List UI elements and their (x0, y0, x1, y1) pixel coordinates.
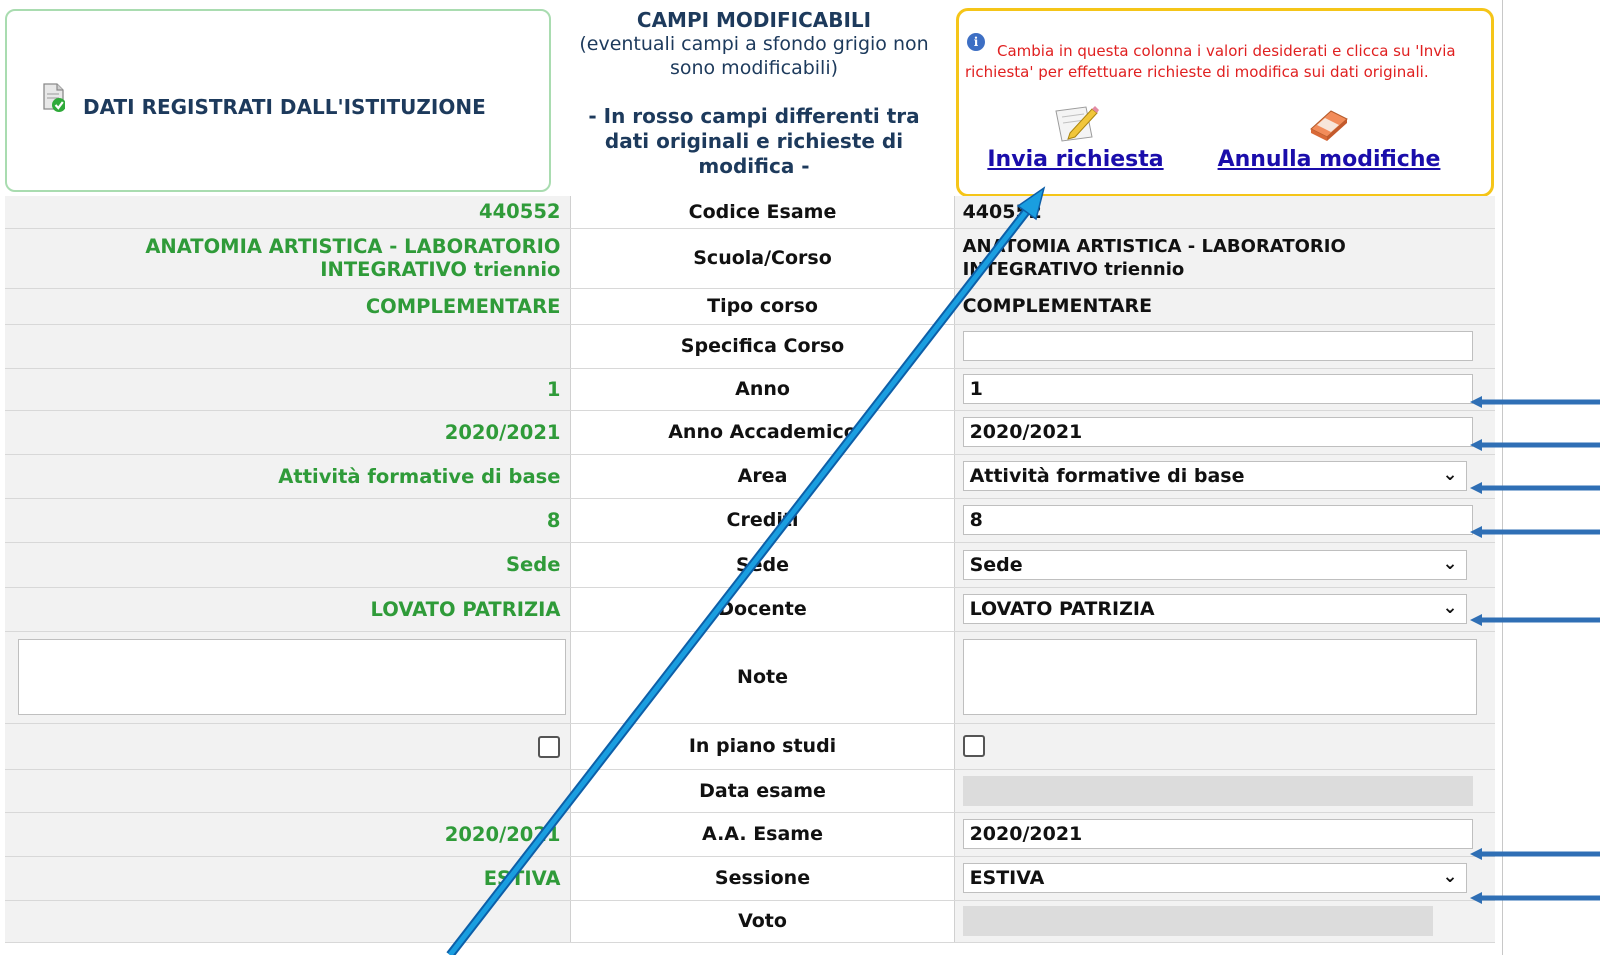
page: DATI REGISTRATI DALL'ISTITUZIONE CAMPI M… (0, 0, 1600, 955)
diagonal-arrow-icon (446, 186, 1046, 955)
